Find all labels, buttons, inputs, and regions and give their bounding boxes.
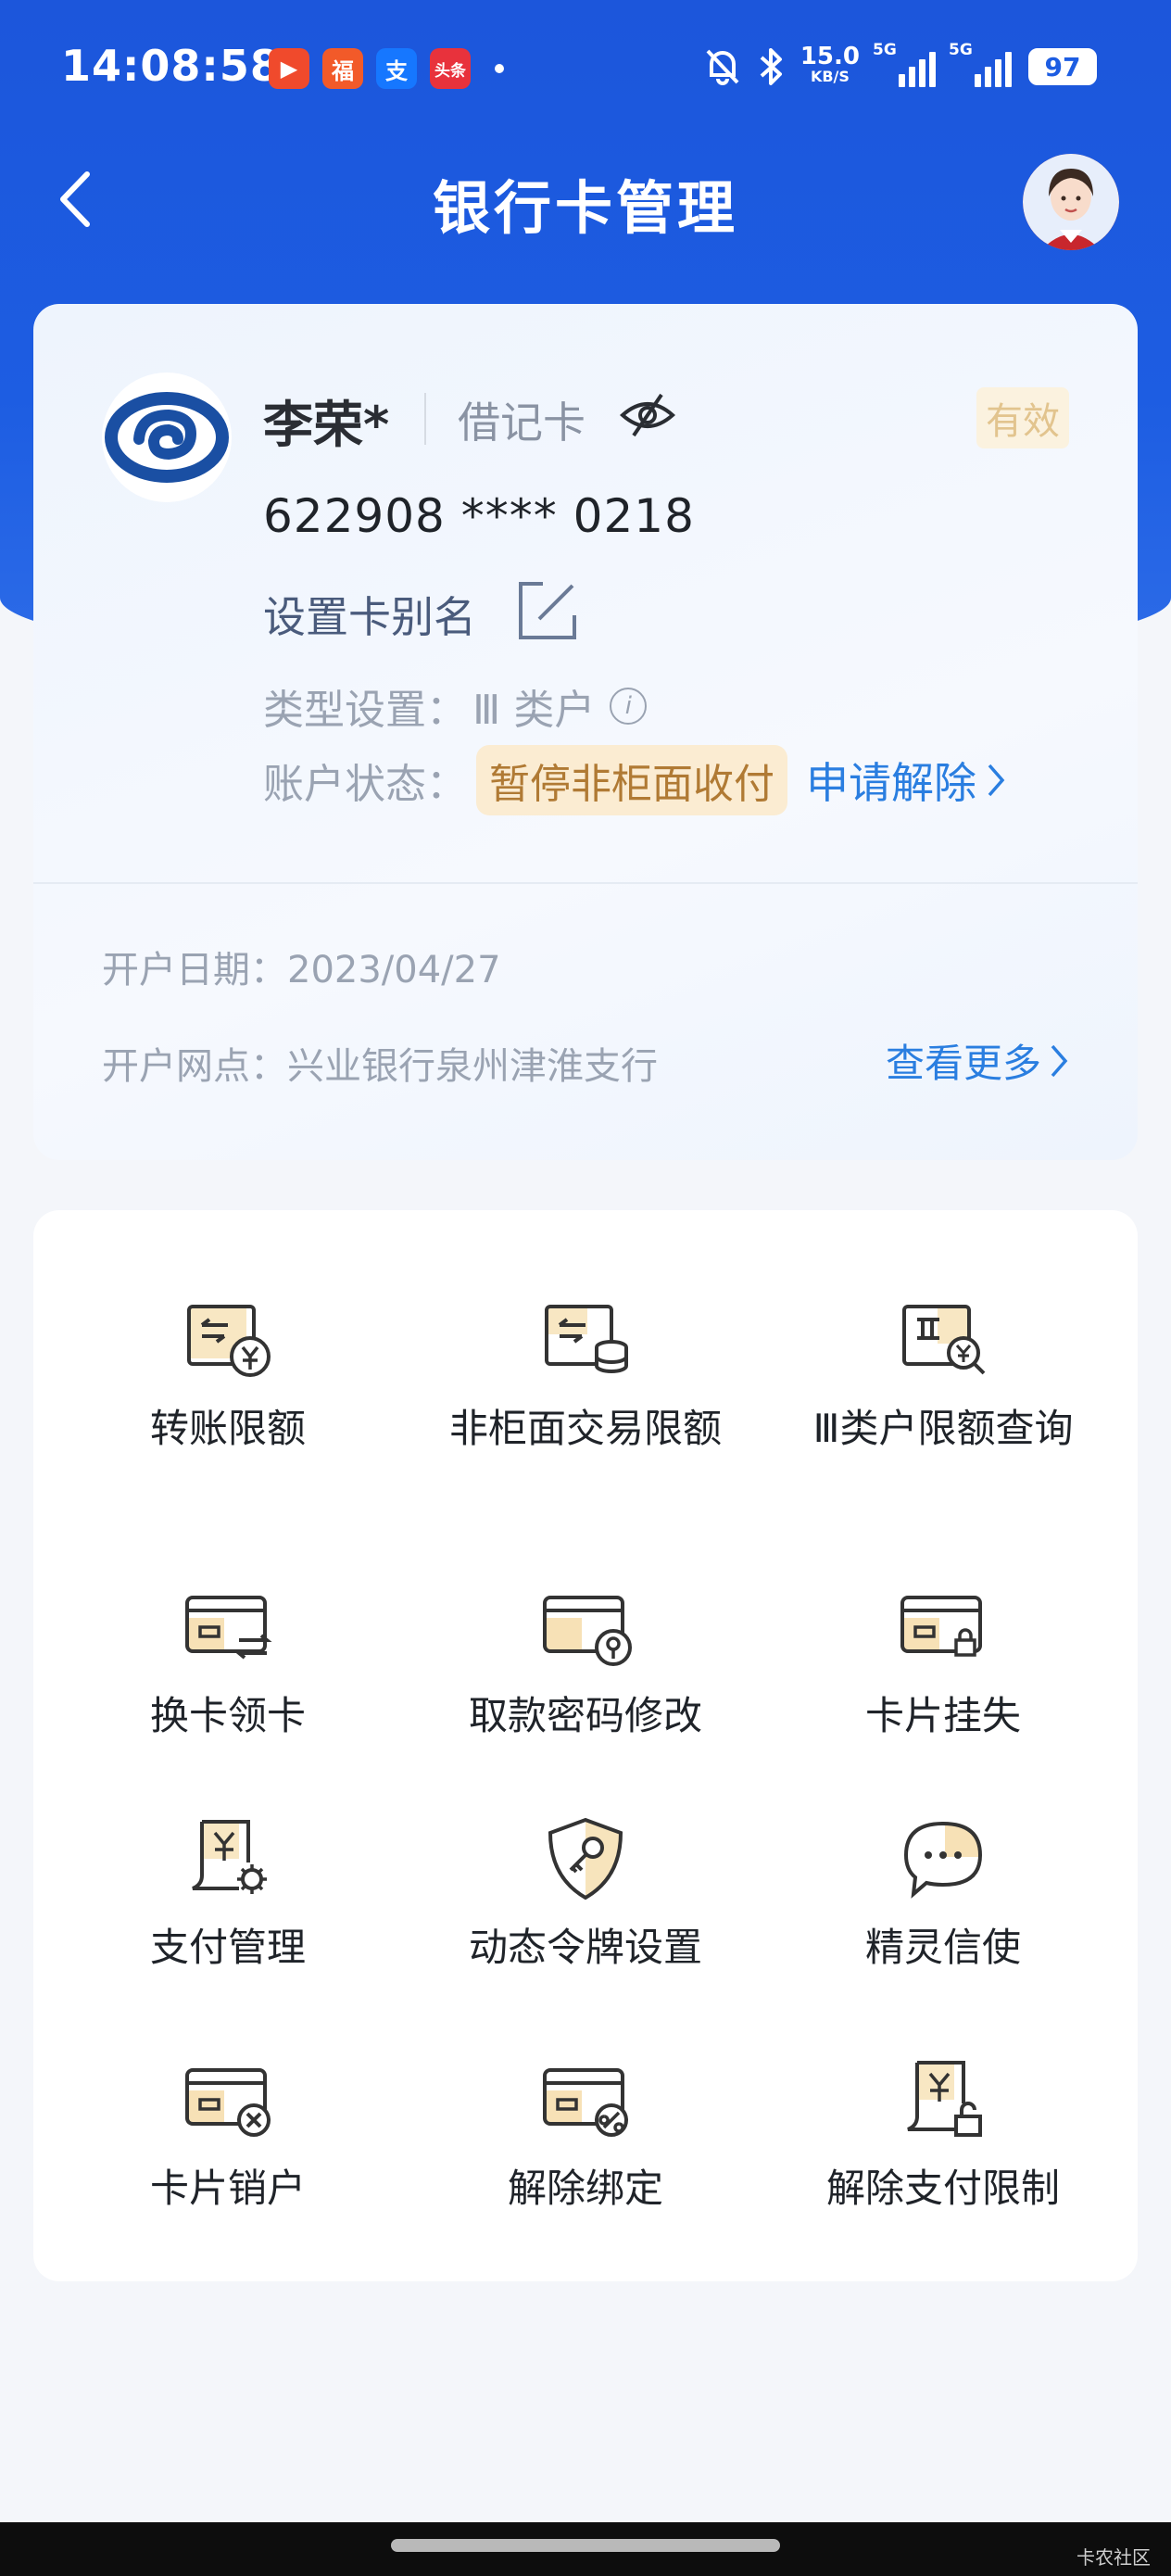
status-time: 14:08:58 [61, 41, 281, 91]
card-type: 借记卡 [458, 398, 586, 448]
card-replace-icon [185, 1596, 272, 1660]
signal-label-1: 5G [873, 41, 897, 59]
grid-item-transfer-limit[interactable]: 转账限额 [52, 1294, 404, 1453]
eye-hidden-icon[interactable] [619, 389, 676, 441]
grid-item-messenger[interactable]: 精灵信使 [767, 1812, 1119, 1972]
open-date-value: 2023/04/27 [287, 949, 501, 991]
home-indicator[interactable] [391, 2539, 780, 2552]
assistant-avatar[interactable] [1023, 154, 1119, 250]
grid-item-dynamic-token[interactable]: 动态令牌设置 [409, 1812, 762, 1972]
apply-unlock-label: 申请解除 [806, 758, 976, 808]
grid-label: 精灵信使 [864, 1925, 1021, 1970]
card-number: 622908 **** 0218 [263, 489, 695, 543]
chevron-right-icon [1051, 1044, 1068, 1077]
signal-icon-2: 5G [949, 41, 1012, 87]
apply-unlock-link[interactable]: 申请解除 [806, 750, 1006, 811]
status-bar: 14:08:58 ▶ 福 支 头条 15.0 KB/S 5G 5G 97 [0, 0, 1171, 139]
signal-label-2: 5G [949, 41, 973, 59]
cib-logo-icon [105, 392, 229, 483]
account-status-badge: 暂停非柜面收付 [476, 745, 787, 815]
non-counter-limit-icon [545, 1305, 628, 1373]
page-title: 银行卡管理 [432, 174, 738, 242]
chevron-right-icon [988, 764, 1005, 797]
grid-label: 转账限额 [149, 1406, 306, 1451]
edit-icon[interactable] [515, 578, 580, 643]
open-date-label: 开户日期： [102, 949, 287, 991]
toutiao-icon: 头条 [430, 48, 471, 89]
nav-bar: 银行卡管理 [0, 148, 1171, 250]
card-close-icon [185, 2068, 271, 2137]
type-setting-value: Ⅲ 类户 [472, 687, 596, 734]
dynamic-token-icon [548, 1817, 623, 1900]
mute-bell-icon [706, 49, 739, 85]
net-speed: 15.0 KB/S [800, 44, 860, 87]
card-lost-icon [900, 1596, 982, 1657]
open-date-row: 开户日期：2023/04/27 [102, 940, 501, 993]
status-indicators: 15.0 KB/S 5G 5G 97 [704, 41, 1097, 87]
transfer-limit-icon [187, 1305, 271, 1377]
grid-item-payment-unlock[interactable]: 解除支付限制 [767, 2053, 1119, 2213]
watermark: 卡农社区 [1077, 2546, 1151, 2569]
grid-item-non-counter-limit[interactable]: 非柜面交易限额 [409, 1294, 762, 1453]
grid-label: 动态令牌设置 [468, 1925, 702, 1970]
messenger-icon [903, 1821, 983, 1899]
unbind-icon [543, 2068, 628, 2137]
type-setting-row: 类型设置： Ⅲ 类户 i [263, 676, 648, 736]
grid-label: 卡片挂失 [864, 1693, 1021, 1738]
card-holder-name: 李荣* [263, 396, 390, 454]
payment-unlock-icon [907, 2061, 982, 2137]
name-divider [424, 393, 426, 445]
type-setting-label: 类型设置： [263, 687, 467, 734]
bank-logo [102, 373, 232, 502]
open-branch-label: 开户网点： [102, 1045, 287, 1088]
card-divider [33, 882, 1138, 884]
bluetooth-icon [760, 48, 782, 85]
grid-label: Ⅲ类户限额查询 [812, 1406, 1074, 1451]
video-app-icon: ▶ [269, 48, 309, 89]
grid-label: 支付管理 [149, 1925, 306, 1970]
gift-app-icon: 福 [322, 48, 363, 89]
notification-app-icons: ▶ 福 支 头条 [269, 48, 504, 89]
set-alias-label[interactable]: 设置卡别名 [263, 584, 476, 645]
grid-label: 取款密码修改 [468, 1693, 702, 1738]
bank-card-panel: 李荣* 借记卡 有效 622908 **** 0218 设置卡别名 类型设置： … [33, 304, 1138, 1160]
grid-item-pin-change[interactable]: 取款密码修改 [409, 1581, 762, 1740]
signal-icon-1: 5G [873, 41, 936, 87]
view-more-link[interactable]: 查看更多 [886, 1032, 1069, 1089]
grid-label: 解除绑定 [507, 2166, 663, 2211]
alipay-icon: 支 [376, 48, 417, 89]
grid-item-class3-limit-query[interactable]: Ⅲ类户限额查询 [767, 1294, 1119, 1453]
info-icon[interactable]: i [610, 688, 648, 725]
open-branch-row: 开户网点：兴业银行泉州津淮支行 [102, 1036, 658, 1090]
pin-change-icon [543, 1596, 632, 1666]
account-status-label: 账户状态： [263, 761, 467, 808]
open-branch-value: 兴业银行泉州津淮支行 [287, 1045, 658, 1088]
grid-label: 换卡领卡 [149, 1693, 306, 1738]
grid-label: 卡片销户 [149, 2166, 306, 2211]
view-more-label: 查看更多 [885, 1041, 1041, 1086]
function-grid: 转账限额 非柜面交易限额 Ⅲ类户限额查询 换卡领卡 取款密码修改 卡片挂失 支付… [33, 1210, 1138, 2281]
class3-limit-query-icon [902, 1305, 986, 1375]
avatar-portrait-icon [1023, 154, 1119, 250]
payment-settings-icon [192, 1820, 267, 1894]
grid-item-unbind[interactable]: 解除绑定 [409, 2053, 762, 2213]
grid-label: 解除支付限制 [825, 2166, 1060, 2211]
more-notifications-dot [495, 64, 504, 73]
grid-item-card-replace[interactable]: 换卡领卡 [52, 1581, 404, 1740]
account-status-row: 账户状态： 暂停非柜面收付 申请解除 [263, 745, 1006, 815]
grid-item-payment-settings[interactable]: 支付管理 [52, 1812, 404, 1972]
grid-label: 非柜面交易限额 [448, 1406, 722, 1451]
validity-badge: 有效 [976, 387, 1069, 448]
battery-indicator: 97 [1028, 48, 1097, 85]
grid-item-card-lost[interactable]: 卡片挂失 [767, 1581, 1119, 1740]
grid-item-card-close[interactable]: 卡片销户 [52, 2053, 404, 2213]
